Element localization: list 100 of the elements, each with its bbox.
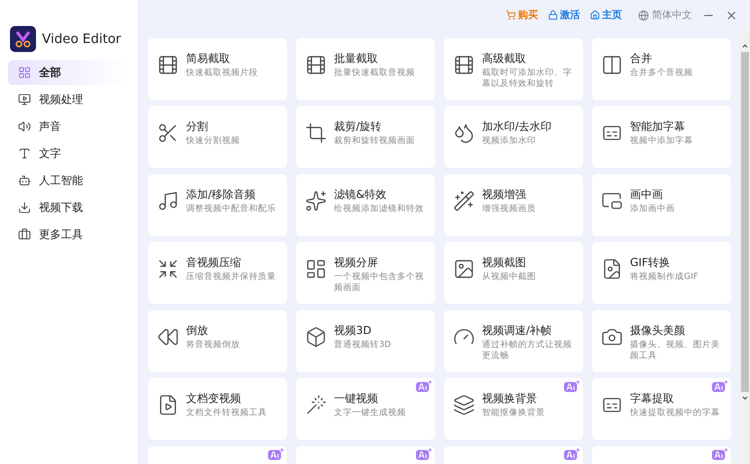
home-icon	[590, 10, 600, 20]
split-screen-icon	[305, 258, 327, 280]
tool-card[interactable]: GIF转换 将视频制作成GIF	[592, 242, 731, 304]
tool-title: 分割	[186, 119, 209, 134]
tool-description: 快速分割视频	[186, 136, 240, 148]
tool-card[interactable]: 视频调速/补帧 通过补帧的方式让视频更流畅	[444, 310, 583, 372]
tool-description: 摄像头、视频、图片美颜工具	[630, 340, 721, 363]
sidebar-item[interactable]: 视频下载	[8, 195, 130, 220]
document-video-icon	[157, 394, 179, 416]
tool-card[interactable]: 视频3D 普通视频转3D	[296, 310, 435, 372]
tool-card[interactable]: 批量截取 批量快速截取音视频	[296, 38, 435, 100]
tool-title: 摄像头美颜	[630, 323, 686, 338]
tool-card[interactable]: 加水印/去水印 视频添加水印	[444, 106, 583, 168]
tool-title: 一键视频	[334, 391, 379, 406]
tool-card[interactable]: 添加/移除音频 调整视频中配音和配乐	[148, 174, 287, 236]
tool-description: 添加画中画	[630, 204, 675, 216]
sidebar-item[interactable]: 声音	[8, 114, 130, 139]
robot-icon	[18, 174, 31, 187]
close-icon[interactable]	[725, 8, 738, 22]
tool-card[interactable]: 字幕提取 快速提取视频中的字幕	[592, 378, 731, 440]
tool-card[interactable]: 音视频压缩 压缩音视频并保持质量	[148, 242, 287, 304]
tool-title: 倒放	[186, 323, 209, 338]
tool-description: 快速截取视频片段	[186, 68, 258, 80]
image-icon	[453, 258, 475, 280]
tool-title: 添加/移除音频	[186, 187, 257, 202]
sidebar-item[interactable]: 人工智能	[8, 168, 130, 193]
sidebar-item[interactable]: 更多工具	[8, 222, 130, 247]
sidebar-item[interactable]: 文字	[8, 141, 130, 166]
tool-description: 智能抠像换背景	[482, 408, 545, 420]
tool-description: 通过补帧的方式让视频更流畅	[482, 340, 573, 363]
tool-title: 裁剪/旋转	[334, 119, 383, 134]
lock-icon	[548, 10, 558, 20]
tool-description: 调整视频中配音和配乐	[186, 204, 276, 216]
tool-description: 截取时可添加水印、字幕以及特效和旋转	[482, 68, 573, 91]
globe-icon	[638, 10, 649, 20]
tool-title: 高级截取	[482, 51, 527, 66]
tool-description: 将视频制作成GIF	[630, 272, 698, 284]
tool-description: 给视频添加滤镜和特效	[334, 204, 424, 216]
tool-card[interactable]: 分割 快速分割视频	[148, 106, 287, 168]
music-icon	[157, 190, 179, 212]
briefcase-icon	[18, 228, 31, 241]
tool-card[interactable]: 滤镜&特效 给视频添加滤镜和特效	[296, 174, 435, 236]
tool-title: 滤镜&特效	[334, 187, 388, 202]
wand-icon	[305, 394, 327, 416]
tool-card[interactable]: 合并 合并多个音视频	[592, 38, 731, 100]
speaker-icon	[18, 120, 31, 133]
picture-in-picture-icon	[601, 190, 623, 212]
tool-title: 文档变视频	[186, 391, 242, 406]
tool-title: 批量截取	[334, 51, 379, 66]
tool-card[interactable]: 智能加字幕 视频中添加字幕	[592, 106, 731, 168]
tool-card[interactable]: 摄像头美颜 摄像头、视频、图片美颜工具	[592, 310, 731, 372]
scroll-up-icon[interactable]	[740, 42, 748, 50]
tool-title: 简易截取	[186, 51, 231, 66]
tool-description: 将音视频倒放	[186, 340, 240, 352]
tool-title: 音视频压缩	[186, 255, 242, 270]
tool-card[interactable]: 简易截取 快速截取视频片段	[148, 38, 287, 100]
sparkles-icon	[305, 190, 327, 212]
tool-description: 一个视频中包含多个视频画面	[334, 272, 425, 295]
sidebar-item[interactable]: 视频处理	[8, 87, 130, 112]
app-title: Video Editor	[42, 32, 122, 46]
top-link[interactable]: 激活	[548, 8, 580, 22]
tool-card[interactable]: 视频换背景 智能抠像换背景	[444, 378, 583, 440]
tool-title: 视频增强	[482, 187, 527, 202]
gif-file-icon	[601, 258, 623, 280]
crop-icon	[305, 122, 327, 144]
film-icon	[157, 54, 179, 76]
layers-icon	[453, 394, 475, 416]
tool-card[interactable]: 画中画 添加画中画	[592, 174, 731, 236]
film-icon	[453, 54, 475, 76]
scroll-down-icon[interactable]	[740, 394, 748, 402]
tool-card[interactable]: 视频增强 增强视频画质	[444, 174, 583, 236]
tool-title: 画中画	[630, 187, 664, 202]
tool-description: 从视频中截图	[482, 272, 536, 284]
tool-title: 智能加字幕	[630, 119, 686, 134]
scrollbar[interactable]	[739, 30, 750, 464]
cube-icon	[305, 326, 327, 348]
tool-title: 视频换背景	[482, 391, 538, 406]
tool-title: 视频3D	[334, 323, 372, 338]
film-icon	[305, 54, 327, 76]
tool-title: GIF转换	[630, 255, 672, 270]
rewind-icon	[157, 326, 179, 348]
tool-card[interactable]: 高级截取 截取时可添加水印、字幕以及特效和旋转	[444, 38, 583, 100]
tool-description: 裁剪和旋转视频画面	[334, 136, 415, 148]
tool-card[interactable]: 文档变视频 文档文件转视频工具	[148, 378, 287, 440]
wand-icon	[453, 190, 475, 212]
tool-title: 合并	[630, 51, 653, 66]
grid-icon	[18, 66, 31, 79]
tool-card[interactable]: 视频分屏 一个视频中包含多个视频画面	[296, 242, 435, 304]
top-link[interactable]: 主页	[590, 8, 622, 22]
tool-description: 视频中添加字幕	[630, 136, 693, 148]
tool-card[interactable]: 一键视频 文字一键生成视频	[296, 378, 435, 440]
scissors-icon	[157, 122, 179, 144]
tool-description: 增强视频画质	[482, 204, 536, 216]
tool-description: 快速提取视频中的字幕	[630, 408, 720, 420]
tool-card[interactable]: 倒放 将音视频倒放	[148, 310, 287, 372]
tool-card[interactable]: 视频截图 从视频中截图	[444, 242, 583, 304]
scrollbar-thumb[interactable]	[740, 52, 748, 392]
tool-card[interactable]: 裁剪/旋转 裁剪和旋转视频画面	[296, 106, 435, 168]
tool-title: 视频截图	[482, 255, 527, 270]
shrink-icon	[157, 258, 179, 280]
